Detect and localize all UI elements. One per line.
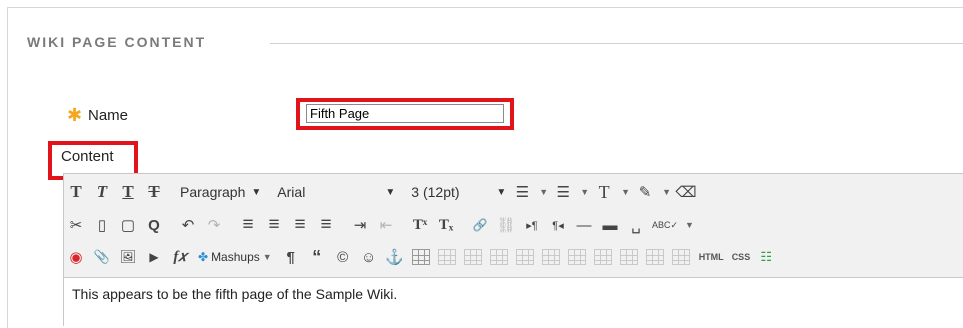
paste-icon[interactable]: ▢ bbox=[116, 213, 140, 237]
chevron-down-icon[interactable]: ▼ bbox=[662, 187, 671, 197]
editor-body-text: This appears to be the fifth page of the… bbox=[72, 286, 398, 302]
emoji-icon[interactable]: ☺ bbox=[357, 245, 381, 269]
table-insert-icon[interactable] bbox=[409, 245, 433, 269]
rich-text-editor: T T T T Paragraph ▼ Arial ▼ 3 (12pt) ▼ ☰ ▼ ☰… bbox=[63, 173, 963, 327]
underline-button[interactable]: T bbox=[116, 180, 140, 204]
table-props-icon[interactable] bbox=[435, 245, 459, 269]
bullet-list-icon[interactable]: ☰ bbox=[510, 180, 534, 204]
subscript-icon[interactable]: Tₓ bbox=[434, 213, 458, 237]
chevron-down-icon[interactable]: ▼ bbox=[539, 187, 548, 197]
align-right-icon[interactable]: ≡ bbox=[288, 213, 312, 237]
table-glyph bbox=[515, 249, 534, 265]
table-col-before-icon[interactable] bbox=[539, 245, 563, 269]
paragraph-mark-icon[interactable]: ¶ bbox=[279, 245, 303, 269]
media-icon[interactable]: ▶ bbox=[142, 245, 166, 269]
required-asterisk-icon: ✱ bbox=[67, 105, 83, 125]
link-icon[interactable]: 🔗 bbox=[468, 213, 492, 237]
size-select-label: 3 (12pt) bbox=[411, 184, 460, 200]
chevron-down-icon[interactable]: ▼ bbox=[685, 220, 694, 230]
toolbar-row-3: ◉ 📎 🖼 ▶ f𝑥 ✤ Mashups ▼ ¶ “ © ☺ ⚓ HTML CSS … bbox=[64, 243, 780, 271]
rtl-icon[interactable]: ¶◂ bbox=[546, 213, 570, 237]
image-icon[interactable]: 🖼 bbox=[116, 245, 140, 269]
table-glyph bbox=[489, 249, 508, 265]
nbsp-icon[interactable]: ␣ bbox=[624, 213, 648, 237]
chevron-down-icon: ▼ bbox=[496, 186, 507, 198]
table-glyph bbox=[463, 249, 482, 265]
align-left-icon[interactable]: ≡ bbox=[236, 213, 260, 237]
table-glyph bbox=[671, 249, 690, 265]
accessibility-icon[interactable]: ☷ bbox=[754, 245, 778, 269]
chevron-down-icon: ▼ bbox=[251, 186, 262, 198]
font-select[interactable]: Arial ▼ bbox=[273, 180, 399, 204]
text-color-icon[interactable]: T bbox=[592, 180, 616, 204]
toolbar-row-1: T T T T Paragraph ▼ Arial ▼ 3 (12pt) ▼ ☰ ▼ ☰… bbox=[64, 178, 700, 206]
unlink-icon[interactable]: ⛓ bbox=[494, 213, 518, 237]
table-split-icon[interactable] bbox=[617, 245, 641, 269]
table-glyph bbox=[593, 249, 612, 265]
undo-icon[interactable]: ↶ bbox=[176, 213, 200, 237]
editor-body[interactable]: This appears to be the fifth page of the… bbox=[64, 277, 963, 327]
align-center-icon[interactable]: ≡ bbox=[262, 213, 286, 237]
table-glyph bbox=[437, 249, 456, 265]
section-divider bbox=[270, 43, 963, 44]
table-merge-icon[interactable] bbox=[643, 245, 667, 269]
html-button[interactable]: HTML bbox=[695, 245, 728, 269]
table-col-delete-icon[interactable] bbox=[591, 245, 615, 269]
blockquote-icon[interactable]: “ bbox=[305, 245, 329, 269]
italic-button[interactable]: T bbox=[90, 180, 114, 204]
table-glyph bbox=[411, 249, 430, 265]
anchor-icon[interactable]: ⚓ bbox=[383, 245, 407, 269]
name-label: Name bbox=[88, 107, 129, 124]
table-cell-icon[interactable] bbox=[669, 245, 693, 269]
ltr-icon[interactable]: ▸¶ bbox=[520, 213, 544, 237]
outdent-icon[interactable]: ⇤ bbox=[374, 213, 398, 237]
name-input[interactable] bbox=[306, 104, 504, 123]
table-col-after-icon[interactable] bbox=[565, 245, 589, 269]
chevron-down-icon[interactable]: ▼ bbox=[621, 187, 630, 197]
table-glyph bbox=[645, 249, 664, 265]
chevron-down-icon: ▼ bbox=[262, 252, 272, 262]
table-row-delete-icon[interactable] bbox=[513, 245, 537, 269]
spellcheck-icon[interactable]: ABC✓ bbox=[650, 213, 680, 237]
mashups-label: Mashups bbox=[211, 250, 260, 264]
table-row-after-icon[interactable] bbox=[487, 245, 511, 269]
table-glyph bbox=[567, 249, 586, 265]
chevron-down-icon[interactable]: ▼ bbox=[580, 187, 589, 197]
chevron-down-icon: ▼ bbox=[385, 186, 396, 198]
content-label: Content bbox=[61, 148, 114, 165]
mashups-select[interactable]: ✤ Mashups ▼ bbox=[194, 245, 279, 269]
find-icon[interactable]: Q bbox=[142, 213, 166, 237]
table-glyph bbox=[541, 249, 560, 265]
thick-rule-icon[interactable]: ▬ bbox=[598, 213, 622, 237]
table-row-before-icon[interactable] bbox=[461, 245, 485, 269]
justify-icon[interactable]: ≡ bbox=[314, 213, 338, 237]
font-select-label: Arial bbox=[277, 184, 306, 200]
css-button[interactable]: CSS bbox=[728, 245, 755, 269]
format-select-label: Paragraph bbox=[180, 184, 246, 200]
strikethrough-button[interactable]: T bbox=[142, 180, 166, 204]
attach-icon[interactable]: 📎 bbox=[90, 245, 114, 269]
redo-icon[interactable]: ↷ bbox=[202, 213, 226, 237]
math-icon[interactable]: f𝑥 bbox=[168, 245, 192, 269]
eraser-icon[interactable]: ⌫ bbox=[674, 180, 698, 204]
numbered-list-icon[interactable]: ☰ bbox=[551, 180, 575, 204]
format-select[interactable]: Paragraph ▼ bbox=[176, 180, 265, 204]
highlight-pen-icon[interactable]: ✎ bbox=[633, 180, 657, 204]
mashups-icon: ✤ bbox=[198, 250, 209, 264]
superscript-icon[interactable]: Tˣ bbox=[408, 213, 432, 237]
toolbar-row-2: ✂ ▯ ▢ Q ↶ ↷ ≡ ≡ ≡ ≡ ⇥ ⇤ Tˣ Tₓ 🔗 ⛓ ▸¶ ¶◂ … bbox=[64, 211, 697, 239]
table-glyph bbox=[619, 249, 638, 265]
cut-icon[interactable]: ✂ bbox=[64, 213, 88, 237]
section-title: WIKI PAGE CONTENT bbox=[27, 34, 207, 50]
size-select[interactable]: 3 (12pt) ▼ bbox=[407, 180, 510, 204]
copyright-icon[interactable]: © bbox=[331, 245, 355, 269]
bold-button[interactable]: T bbox=[64, 180, 88, 204]
record-icon[interactable]: ◉ bbox=[64, 245, 88, 269]
indent-icon[interactable]: ⇥ bbox=[348, 213, 372, 237]
copy-icon[interactable]: ▯ bbox=[90, 213, 114, 237]
horizontal-rule-icon[interactable]: — bbox=[572, 213, 596, 237]
